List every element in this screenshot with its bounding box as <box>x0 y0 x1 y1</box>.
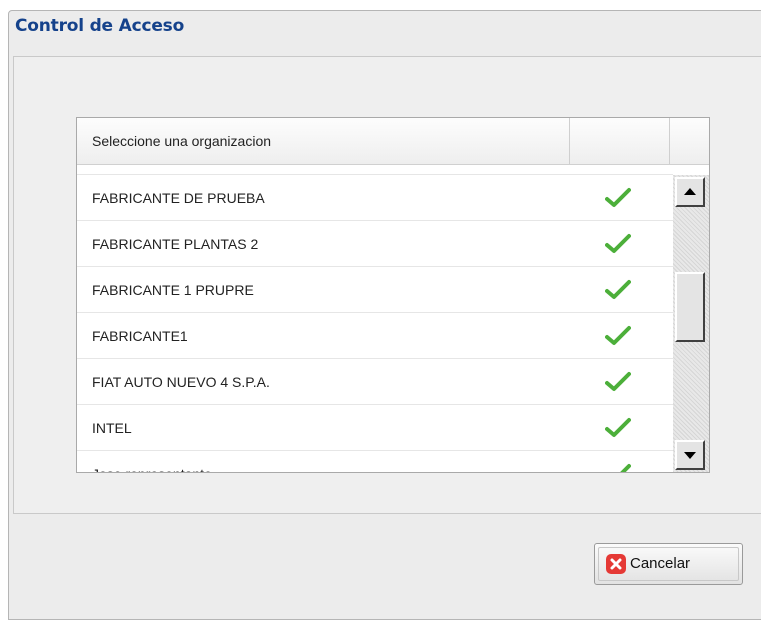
table-row[interactable]: INTEL <box>77 405 673 451</box>
organization-name: FABRICANTE DE PRUEBA <box>92 190 265 206</box>
organization-name: FABRICANTE PLANTAS 2 <box>92 236 259 252</box>
table-row[interactable]: FABRICANTE 1 PRUPRE <box>77 267 673 313</box>
organization-name: INTEL <box>92 420 132 436</box>
scroll-up-button[interactable] <box>675 177 705 207</box>
organization-name: FIAT AUTO NUEVO 4 S.P.A. <box>92 374 270 390</box>
grid-rows: FABRICANTE DE PRUEBA FABRICANTE PLANTAS … <box>77 175 673 472</box>
check-icon <box>620 464 631 472</box>
column-header-selected[interactable] <box>570 118 670 164</box>
check-icon <box>605 372 631 391</box>
scroll-down-button[interactable] <box>675 440 705 470</box>
check-icon <box>605 234 631 253</box>
organization-name: FABRICANTE1 <box>92 328 188 344</box>
check-icon <box>605 418 631 437</box>
window-title: Control de Acceso <box>15 16 185 36</box>
vertical-scrollbar[interactable] <box>673 175 709 472</box>
cancel-button[interactable]: Cancelar <box>594 543 743 585</box>
partial-row-top <box>77 164 673 175</box>
organization-name: FABRICANTE 1 PRUPRE <box>92 282 254 298</box>
cancel-x-icon <box>606 554 626 574</box>
scroll-down-arrow-icon <box>684 452 696 459</box>
table-row[interactable]: FABRICANTE1 <box>77 313 673 359</box>
check-icon <box>605 326 631 345</box>
grid-header: Seleccione una organizacion <box>77 118 709 165</box>
check-icon <box>605 280 631 299</box>
table-row[interactable]: Jose representante <box>77 451 673 472</box>
column-header-organization[interactable]: Seleccione una organizacion <box>77 118 570 164</box>
scroll-up-arrow-icon <box>684 188 696 195</box>
table-row[interactable]: FIAT AUTO NUEVO 4 S.P.A. <box>77 359 673 405</box>
organization-grid: Seleccione una organizacion FABRICANTE D… <box>76 117 710 473</box>
table-row[interactable]: FABRICANTE DE PRUEBA <box>77 175 673 221</box>
organization-name: Jose representante <box>92 451 212 472</box>
column-header-spacer <box>670 118 709 164</box>
table-row[interactable]: FABRICANTE PLANTAS 2 <box>77 221 673 267</box>
cancel-button-label: Cancelar <box>630 555 691 572</box>
check-icon <box>605 188 631 207</box>
scroll-thumb[interactable] <box>675 272 705 342</box>
